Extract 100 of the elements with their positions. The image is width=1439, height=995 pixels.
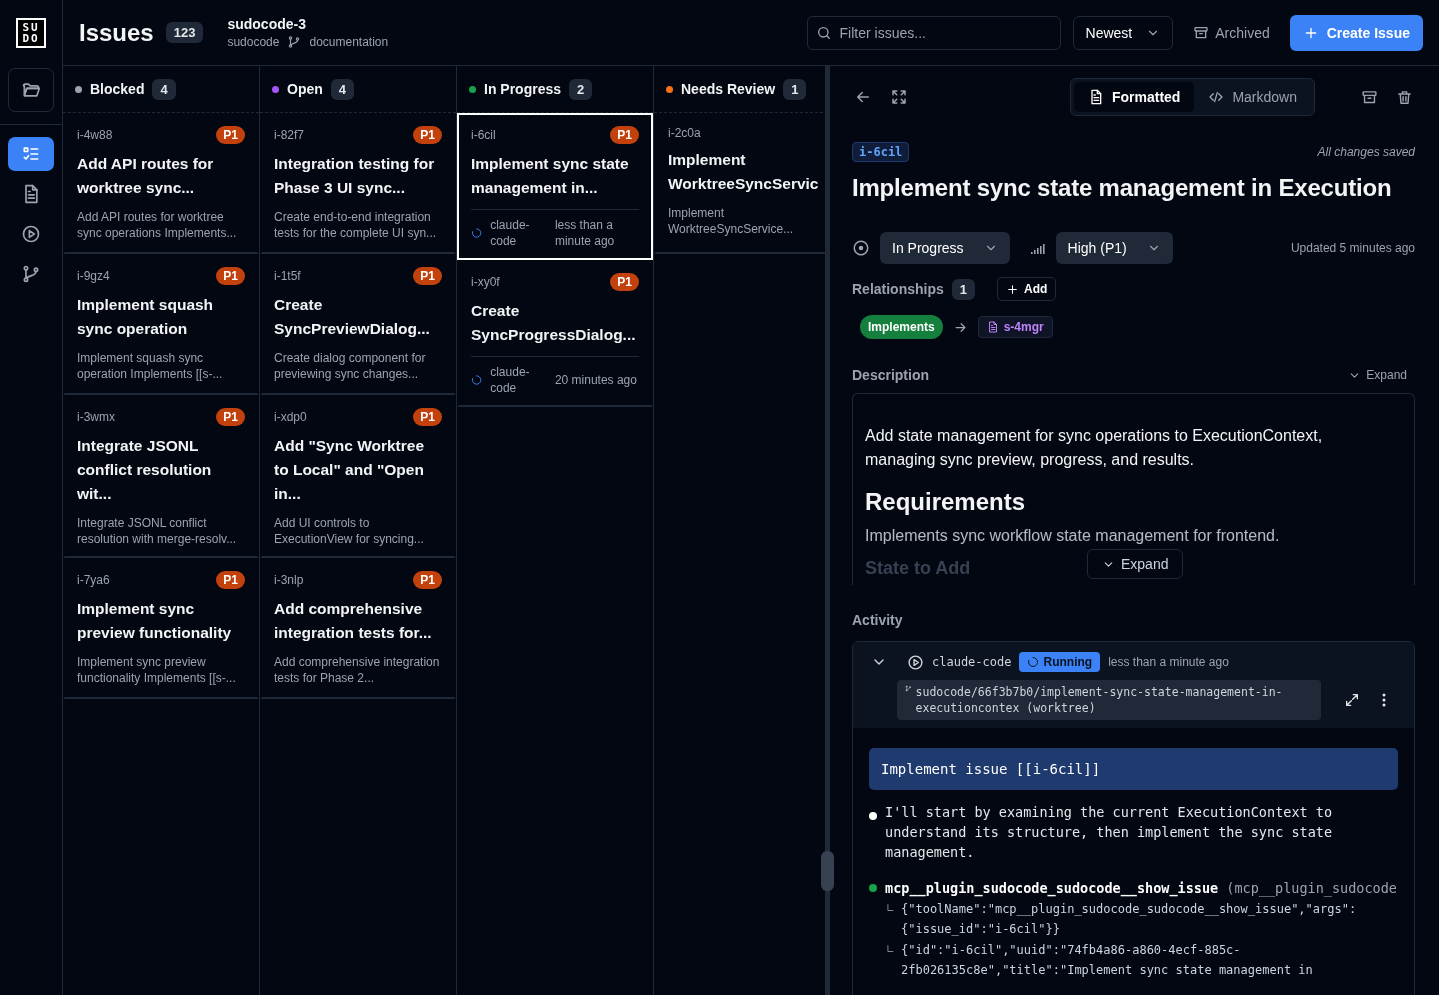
issue-title: Implement sync state management in Execution (852, 174, 1393, 202)
expand-button[interactable]: Expand (1087, 549, 1184, 579)
logo: SU DO (16, 18, 46, 48)
tool-name: mcp__plugin_sudocode_sudocode__show_issue (885, 879, 1219, 898)
issue-card[interactable]: i-1t5f P1 Create SyncPreviewDialog... Create dialog component for previewing sync changes... (260, 254, 456, 395)
issue-title: Integrate JSONL conflict resolution wit... (77, 436, 213, 504)
more-button[interactable] (1380, 691, 1388, 709)
issue-description: Create end-to-end integration tests for the complete UI syn... (274, 209, 438, 241)
issue-description: Add API routes for worktree sync operations Implements... (77, 209, 238, 241)
tool-args: (mcp__plugin_sudocode (1226, 879, 1397, 898)
view-tab[interactable]: Markdown (1194, 82, 1311, 112)
issue-title: Add "Sync Worktree to Local" and "Open in... (274, 436, 426, 504)
issue-title: Implement sync state management in... (471, 154, 630, 198)
timestamp: less than a minute ago (554, 217, 616, 249)
priority-badge: P1 (216, 267, 245, 285)
archive-icon (1361, 88, 1378, 106)
issue-card[interactable]: i-xdp0 P1 Add "Sync Worktree to Local" and "Open in... Add UI controls to ExecutionView for syncing... (260, 395, 456, 558)
sidebar-item[interactable] (8, 68, 54, 112)
column-count: 1 (783, 78, 807, 100)
fullscreen-icon (890, 88, 908, 106)
description-heading: Requirements (865, 488, 1027, 516)
sidebar-item[interactable] (8, 137, 54, 171)
search-field[interactable]: Filter issues... (806, 15, 1061, 50)
archive-icon (1193, 24, 1210, 41)
worktree-branch: sudocode/66f3b7b0/implement-sync-state-management-in-executioncontex (worktree) (897, 680, 1321, 720)
add-relationship-button[interactable]: Add (997, 277, 1057, 301)
issue-description: Implement squash sync operation Implements [[s-... (77, 350, 224, 382)
issue-card[interactable]: i-3nlp P1 Add comprehensive integration tests for... Add comprehensive integration tests for Phase 2... (260, 558, 456, 699)
issue-id: i-6cil (471, 128, 496, 142)
status-icon (852, 239, 870, 257)
priority-badge: P1 (610, 126, 639, 144)
issue-id: i-1t5f (274, 269, 301, 283)
issue-card[interactable]: i-82f7 P1 Integration testing for Phase 3 UI sync... Create end-to-end integration tests for the complete UI syn... (260, 113, 456, 254)
column-count: 4 (152, 78, 176, 100)
more-icon (1382, 693, 1386, 707)
description-subheading: State to Add (865, 558, 971, 579)
issue-title: Create SyncProgressDialog... (471, 301, 637, 345)
issue-id: i-9gz4 (77, 269, 110, 283)
view-tab[interactable]: Formatted (1073, 82, 1195, 112)
issue-title: Create SyncPreviewDialog... (274, 295, 431, 339)
trash-icon (1396, 88, 1413, 106)
section-label: Activity (852, 612, 903, 628)
issue-id-badge: i-6cil (852, 142, 910, 162)
issue-id: i-3wmx (77, 410, 115, 424)
issue-title: Implement sync preview functionality (77, 599, 233, 643)
priority-badge: P1 (610, 273, 639, 291)
sort-dropdown[interactable]: Newest (1072, 15, 1174, 50)
document-icon (986, 321, 999, 333)
corner-icon (885, 903, 895, 913)
section-label: Relationships (852, 281, 944, 297)
issue-title: Add comprehensive integration tests for... (274, 599, 433, 643)
column-count: 4 (330, 78, 354, 100)
play-icon (907, 653, 924, 671)
issue-card[interactable]: i-xy0f P1 Create SyncProgressDialog... claude-code 20 minutes ago (457, 260, 653, 407)
issue-card[interactable]: i-9gz4 P1 Implement squash sync operation Implement squash sync operation Implements [[s-... (63, 254, 259, 395)
description-text: Implements sync workflow state management for frontend. (865, 526, 1281, 546)
issue-count: 123 (165, 22, 204, 43)
resize-handle[interactable] (821, 851, 834, 891)
message-bullet-icon (869, 812, 877, 820)
create-issue-button[interactable]: Create Issue (1289, 14, 1423, 51)
issue-description: Implement sync preview functionality Implements [[s-... (77, 654, 237, 686)
spinner-icon (471, 374, 483, 386)
branch-icon (21, 264, 41, 284)
column-title: In Progress (484, 81, 562, 97)
issue-description: Implement WorktreeSyncService... (668, 205, 795, 237)
spec-link[interactable]: s-4mgr (977, 316, 1053, 338)
issue-card[interactable]: i-3wmx P1 Integrate JSONL conflict resolution wit... Integrate JSONL conflict resolution with merge-resolv... (63, 395, 259, 558)
expand-icon (1344, 692, 1360, 708)
priority-bars-icon (1029, 242, 1046, 254)
agent-name: claude-code (490, 217, 531, 249)
column-title: Needs Review (681, 81, 776, 97)
priority-badge: P1 (216, 571, 245, 589)
relationship-count: 1 (951, 278, 976, 300)
status-dropdown[interactable]: In Progress (880, 232, 1010, 264)
code-icon (1208, 89, 1225, 105)
tool-output: {"id":"i-6cil","uuid":"74fb4a86-a860-4ecf-885c-2fb026135c8e","title":"Implement sync state management in (901, 942, 1314, 979)
folder-icon (21, 80, 41, 100)
issue-title: Add API routes for worktree sync... (77, 154, 215, 198)
issue-id: i-4w88 (77, 128, 113, 142)
play-icon (21, 224, 41, 244)
search-icon (815, 24, 832, 41)
priority-badge: P1 (413, 126, 442, 144)
spinner-icon (471, 227, 483, 239)
issue-id: i-2c0a (668, 126, 701, 140)
page-title: Issues (79, 18, 154, 47)
expand-button[interactable]: Expand (1348, 368, 1415, 382)
branch-icon (287, 35, 302, 49)
tool-status-icon (869, 884, 877, 892)
issue-card[interactable]: i-4w88 P1 Add API routes for worktree sync... Add API routes for worktree sync operations Implements... (63, 113, 259, 254)
issue-card[interactable]: i-6cil P1 Implement sync state management in... claude-code less than a minute ago (457, 113, 653, 260)
archived-button[interactable]: Archived (1185, 24, 1278, 41)
priority-dropdown[interactable]: High (P1) (1055, 232, 1173, 264)
issue-description: Add UI controls to ExecutionView for syncing... (274, 515, 425, 547)
timestamp: less than a minute ago (1108, 655, 1229, 669)
issue-id: i-xy0f (471, 275, 500, 289)
column-count: 2 (569, 78, 593, 100)
corner-icon (885, 944, 895, 954)
issue-card[interactable]: i-7ya6 P1 Implement sync preview functionality Implement sync preview functionality Implements [[s-... (63, 558, 259, 699)
section-label: Description (852, 367, 929, 383)
repo-name: sudocode (227, 35, 280, 49)
